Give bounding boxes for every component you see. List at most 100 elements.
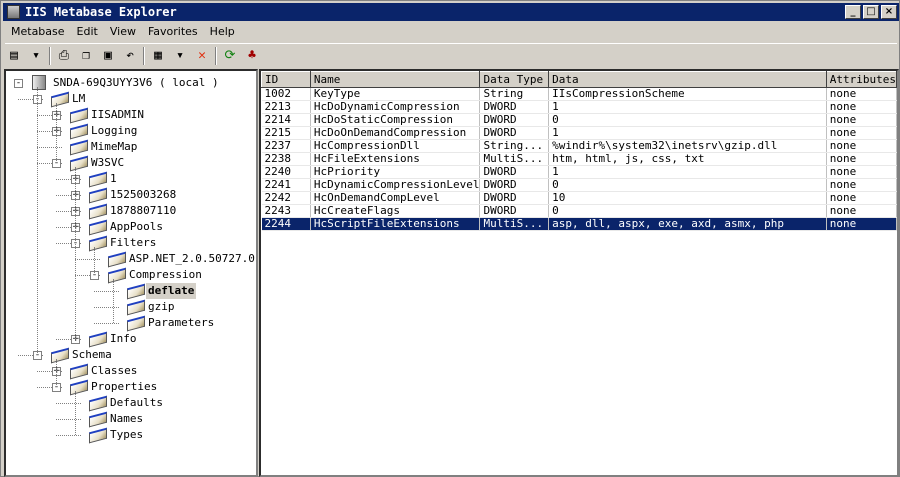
- tree-node[interactable]: + Classes: [6, 363, 256, 380]
- tree-node-label: Types: [110, 428, 144, 441]
- tree-node[interactable]: +1525003268: [6, 187, 256, 204]
- menu-favorites[interactable]: Favorites: [142, 23, 204, 41]
- print-button[interactable]: ⎙: [55, 47, 73, 65]
- table-row[interactable]: 2242 HcOnDemandCompLevel DWORD 10 none: [261, 191, 898, 205]
- tree-node[interactable]: - W3SVC: [6, 155, 256, 172]
- tree-connector: [56, 419, 81, 420]
- dropdown-arrow-button[interactable]: ▾: [171, 47, 189, 65]
- refresh-button[interactable]: ⟳: [221, 47, 239, 65]
- tree-node[interactable]: Parameters: [6, 315, 256, 332]
- main-window: IIS Metabase Explorer _ □ × Metabase Edi…: [0, 0, 900, 477]
- tree-node[interactable]: - Schema: [6, 347, 256, 364]
- tree-node[interactable]: Names: [6, 411, 256, 428]
- dropdown-arrow-button[interactable]: ▾: [27, 47, 45, 65]
- table-row[interactable]: 2237 HcCompressionDll String... %windir%\sy…: [261, 139, 898, 153]
- refresh-icon: ⟳: [224, 48, 236, 63]
- title-bar[interactable]: IIS Metabase Explorer _ □ ×: [3, 3, 899, 21]
- tree-node[interactable]: - Filters: [6, 235, 256, 252]
- cell-attributes: none: [826, 100, 898, 114]
- column-header-name[interactable]: Name: [309, 71, 481, 88]
- computer-button[interactable]: ▤: [5, 47, 23, 65]
- tree-connector: [75, 259, 100, 260]
- tree-node[interactable]: Types: [6, 427, 256, 444]
- tree-node[interactable]: - Compression: [6, 267, 256, 284]
- tree-node[interactable]: - Properties: [6, 379, 256, 396]
- cell-id: 2215: [261, 126, 311, 140]
- table-row[interactable]: 2243 HcCreateFlags DWORD 0 none: [261, 204, 898, 218]
- tree-node[interactable]: ASP.NET_2.0.50727.0: [6, 251, 256, 268]
- cell-name: HcCompressionDll: [310, 139, 481, 153]
- tree-node[interactable]: + Info: [6, 331, 256, 348]
- tree-node-label: W3SVC: [91, 156, 125, 169]
- menu-help[interactable]: Help: [204, 23, 241, 41]
- tree-node[interactable]: - SNDA-69Q3UYY3V6 ( local ): [6, 75, 256, 91]
- menu-metabase[interactable]: Metabase: [5, 23, 71, 41]
- paste-button[interactable]: ▣: [99, 47, 117, 65]
- cell-id: 2244: [261, 217, 311, 231]
- tree-node[interactable]: gzip: [6, 299, 256, 316]
- cell-data-type: MultiS...: [479, 152, 550, 166]
- tree-node[interactable]: +1: [6, 171, 256, 188]
- minimize-button[interactable]: _: [845, 5, 861, 19]
- tree-node[interactable]: + IISADMIN: [6, 107, 256, 124]
- folder-icon: [127, 283, 145, 300]
- tree-node[interactable]: +1878807110: [6, 203, 256, 220]
- tree-node[interactable]: Defaults: [6, 395, 256, 412]
- cell-id: 2241: [261, 178, 311, 192]
- menu-bar: Metabase Edit View Favorites Help: [5, 23, 241, 41]
- folder-icon: [89, 411, 107, 428]
- tree-node[interactable]: deflate: [6, 283, 256, 300]
- toolbar-separator: [49, 46, 51, 65]
- table-row[interactable]: 2238 HcFileExtensions MultiS... htm, html, …: [261, 152, 898, 166]
- cell-name: HcFileExtensions: [310, 152, 481, 166]
- tree-connector: [94, 323, 119, 324]
- cell-id: 2240: [261, 165, 311, 179]
- tree-node[interactable]: + AppPools: [6, 219, 256, 236]
- table-row[interactable]: 2241 HcDynamicCompressionLevel DWORD 0 none: [261, 178, 898, 192]
- delete-button[interactable]: ✕: [193, 47, 211, 65]
- cell-attributes: none: [826, 178, 898, 192]
- hierarchy-button[interactable]: ♣: [243, 47, 261, 65]
- table-row[interactable]: 2214 HcDoStaticCompression DWORD 0 none: [261, 113, 898, 127]
- folder-icon: [89, 219, 107, 236]
- folder-icon: [89, 427, 107, 444]
- folder-icon: [89, 171, 107, 188]
- menu-view[interactable]: View: [104, 23, 142, 41]
- column-header-id[interactable]: ID: [261, 71, 311, 88]
- property-list[interactable]: ID Name Data Type Data Attributes 1002 KeyTyp…: [259, 69, 899, 477]
- table-row[interactable]: 2244 HcScriptFileExtensions MultiS... asp, …: [261, 217, 898, 231]
- cell-name: HcDoOnDemandCompression: [310, 126, 481, 140]
- table-row[interactable]: 2213 HcDoDynamicCompression DWORD 1 none: [261, 100, 898, 114]
- tree-connector: [37, 147, 62, 148]
- column-header-data[interactable]: Data: [548, 71, 827, 88]
- tree-node-label: LM: [72, 92, 86, 105]
- copy-button[interactable]: ❐: [77, 47, 95, 65]
- maximize-button[interactable]: □: [863, 5, 879, 19]
- collapse-toggle[interactable]: -: [14, 79, 23, 88]
- table-row[interactable]: 2240 HcPriority DWORD 1 none: [261, 165, 898, 179]
- cell-name: HcDoDynamicCompression: [310, 100, 481, 114]
- tree-node[interactable]: + Logging: [6, 123, 256, 140]
- folder-icon: [127, 299, 145, 316]
- tree-node[interactable]: MimeMap: [6, 139, 256, 156]
- cell-data: 1: [548, 165, 827, 179]
- folder-icon: [70, 107, 88, 124]
- cell-data: 1: [548, 100, 827, 114]
- tree-connector: [94, 307, 119, 308]
- close-button[interactable]: ×: [881, 5, 897, 19]
- cell-attributes: none: [826, 113, 898, 127]
- cell-attributes: none: [826, 165, 898, 179]
- menu-edit[interactable]: Edit: [71, 23, 104, 41]
- cell-data: htm, html, js, css, txt: [548, 152, 827, 166]
- new-key-button[interactable]: ▦: [149, 47, 167, 65]
- table-row[interactable]: 1002 KeyType String IIsCompressionScheme non…: [261, 87, 898, 101]
- tree-view[interactable]: - SNDA-69Q3UYY3V6 ( local ) - LM + IISADMIN + L…: [4, 69, 258, 477]
- column-header-data-type[interactable]: Data Type: [479, 71, 550, 88]
- cell-name: HcDoStaticCompression: [310, 113, 481, 127]
- cell-attributes: none: [826, 191, 898, 205]
- tree-connector: [94, 291, 119, 292]
- undo-button[interactable]: ↶: [121, 47, 139, 65]
- column-header-attributes[interactable]: Attributes: [825, 71, 898, 88]
- table-row[interactable]: 2215 HcDoOnDemandCompression DWORD 1 none: [261, 126, 898, 140]
- tree-node[interactable]: - LM: [6, 91, 256, 108]
